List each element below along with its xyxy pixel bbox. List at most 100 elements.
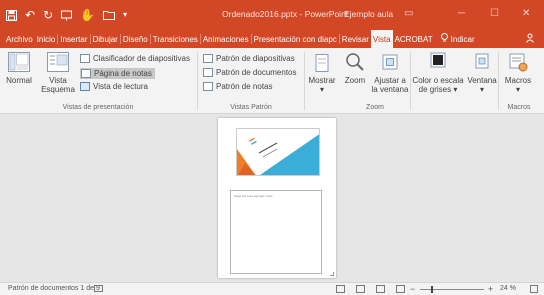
notes-page-workspace[interactable]: Haga clic para agregar notas [0, 114, 544, 282]
normal-view-status-icon[interactable] [336, 285, 345, 293]
zoom-label: Zoom [344, 76, 366, 85]
tab-animaciones[interactable]: Animaciones [201, 30, 251, 48]
share-icon[interactable] [526, 33, 536, 46]
maximize-icon[interactable]: ☐ [490, 8, 499, 19]
zoom-button[interactable]: Zoom [340, 52, 370, 85]
group-master-views: Patrón de diapositivas Patrón de documen… [199, 48, 303, 114]
zoom-slider-track[interactable] [420, 289, 484, 290]
minimize-icon[interactable]: ─ [458, 8, 465, 19]
handout-master-button[interactable]: Patrón de documentos [203, 68, 297, 77]
window-label: Ventana [467, 76, 497, 85]
color-grayscale-icon [410, 52, 466, 74]
magnifier-icon [340, 52, 370, 74]
close-icon[interactable]: ✕ [522, 8, 530, 19]
notes-master-button[interactable]: Patrón de notas [203, 82, 272, 91]
group-label-zoom: Zoom [366, 104, 384, 111]
notes-page[interactable]: Haga clic para agregar notas [218, 118, 336, 278]
spellcheck-icon[interactable] [94, 285, 103, 292]
color-dropdown-icon: ▾ [453, 85, 458, 94]
notes-placeholder-box[interactable]: Haga clic para agregar notas [230, 190, 322, 274]
tell-me-box[interactable]: Indicar [440, 30, 475, 48]
notes-page-button[interactable]: Página de notas [80, 68, 155, 79]
open-folder-icon[interactable] [103, 10, 116, 20]
page-status: Patrón de documentos 1 de 9 [8, 285, 100, 292]
slide-thumbnail[interactable] [236, 128, 320, 176]
tab-vista[interactable]: Vista [370, 30, 393, 48]
reading-view-button[interactable]: Vista de lectura [80, 82, 148, 91]
lightbulb-icon [440, 33, 448, 45]
group-label-macros: Macros [507, 104, 531, 111]
slide-master-button[interactable]: Patrón de diapositivas [203, 54, 295, 63]
fit-to-window-button[interactable]: Ajustar a la ventana [370, 52, 410, 94]
reading-view-status-icon[interactable] [376, 285, 385, 293]
quick-access-toolbar: ↶ ↻ ✋ ▾ [0, 9, 127, 21]
macros-icon [501, 52, 535, 74]
zoom-in-button[interactable]: + [488, 284, 493, 294]
tab-presentacion[interactable]: Presentación con diapc [252, 30, 339, 48]
slide-sorter-label: Clasificador de diapositivas [93, 54, 190, 63]
macros-dropdown-icon: ▾ [515, 85, 520, 94]
color-label-2: de grises ▾ [410, 85, 466, 94]
notes-page-icon [81, 69, 91, 78]
outline-view-label-2: Esquema [41, 85, 75, 94]
show-icon [306, 54, 338, 74]
window-title-extra: Ejemplo aula [344, 9, 394, 19]
powerpoint-window: ↶ ↻ ✋ ▾ Ordenado2016.pptx - PowerPoint E… [0, 0, 544, 295]
window-title: Ordenado2016.pptx - PowerPoint [222, 9, 349, 19]
normal-view-button[interactable]: Normal [4, 52, 34, 85]
zoom-slider-thumb[interactable] [431, 286, 433, 293]
start-presentation-icon[interactable] [61, 10, 73, 21]
touch-mode-icon[interactable]: ✋ [80, 9, 95, 21]
group-label-presentation-views: Vistas de presentación [62, 104, 134, 111]
slide-master-icon [203, 54, 213, 63]
outline-view-icon [38, 52, 78, 74]
show-label: Mostrar [308, 76, 336, 85]
color-grayscale-button[interactable]: Color o escala de grises ▾ [410, 52, 466, 94]
slide-sorter-status-icon[interactable] [356, 285, 365, 293]
ribbon-tabs: Archivo Inicio Insertar Dibujar Diseño T… [0, 30, 544, 48]
zoom-percent[interactable]: 24 % [500, 285, 516, 292]
group-label-master-views: Vistas Patrón [230, 104, 272, 111]
normal-view-icon [4, 52, 34, 74]
window-button[interactable]: Ventana ▾ [466, 52, 498, 94]
tab-inicio[interactable]: Inicio [35, 30, 58, 48]
show-button[interactable]: Mostrar ▾ [306, 54, 338, 94]
group-zoom: Zoom Ajustar a la ventana Zoom [340, 48, 410, 114]
normal-view-label: Normal [6, 76, 32, 85]
ribbon: Normal Vista Esquema Clasificador de dia… [0, 48, 544, 114]
slide-sorter-button[interactable]: Clasificador de diapositivas [80, 54, 190, 63]
window-dropdown-icon: ▾ [479, 85, 484, 94]
reading-view-label: Vista de lectura [93, 82, 148, 91]
ribbon-display-icon[interactable]: ▭ [404, 8, 413, 19]
group-presentation-views: Normal Vista Esquema Clasificador de dia… [0, 48, 196, 114]
tab-diseno[interactable]: Diseño [121, 30, 150, 48]
tab-insertar[interactable]: Insertar [58, 30, 89, 48]
save-icon[interactable] [6, 9, 17, 21]
macros-button[interactable]: Macros ▾ [501, 52, 535, 94]
fit-slide-icon[interactable] [530, 285, 538, 293]
redo-icon[interactable]: ↻ [43, 9, 53, 21]
group-divider [197, 52, 198, 110]
color-label-2-text: de grises [418, 85, 452, 94]
outline-view-button[interactable]: Vista Esquema [38, 52, 78, 94]
slideshow-status-icon[interactable] [396, 285, 405, 293]
customize-qat-icon[interactable]: ▾ [123, 9, 127, 21]
outline-view-label-1: Vista [49, 76, 67, 85]
notes-master-icon [203, 82, 213, 91]
tab-acrobat[interactable]: ACROBAT [393, 30, 435, 48]
undo-icon[interactable]: ↶ [25, 9, 35, 21]
zoom-out-button[interactable]: − [410, 284, 415, 294]
tell-me-label: Indicar [450, 34, 475, 44]
tab-archivo[interactable]: Archivo [4, 30, 35, 48]
macros-label: Macros [504, 76, 532, 85]
notes-placeholder-text: Haga clic para agregar notas [234, 194, 273, 198]
tab-revisar[interactable]: Revisar [340, 30, 371, 48]
slide-master-label: Patrón de diapositivas [216, 54, 295, 63]
group-divider [304, 52, 305, 110]
title-bar: ↶ ↻ ✋ ▾ Ordenado2016.pptx - PowerPoint E… [0, 0, 544, 30]
fit-to-window-icon [370, 52, 410, 74]
tab-transiciones[interactable]: Transiciones [151, 30, 200, 48]
tab-dibujar[interactable]: Dibujar [91, 30, 120, 48]
status-bar: Patrón de documentos 1 de 9 − + 24 % [0, 282, 544, 295]
show-dropdown-icon: ▾ [319, 85, 324, 94]
